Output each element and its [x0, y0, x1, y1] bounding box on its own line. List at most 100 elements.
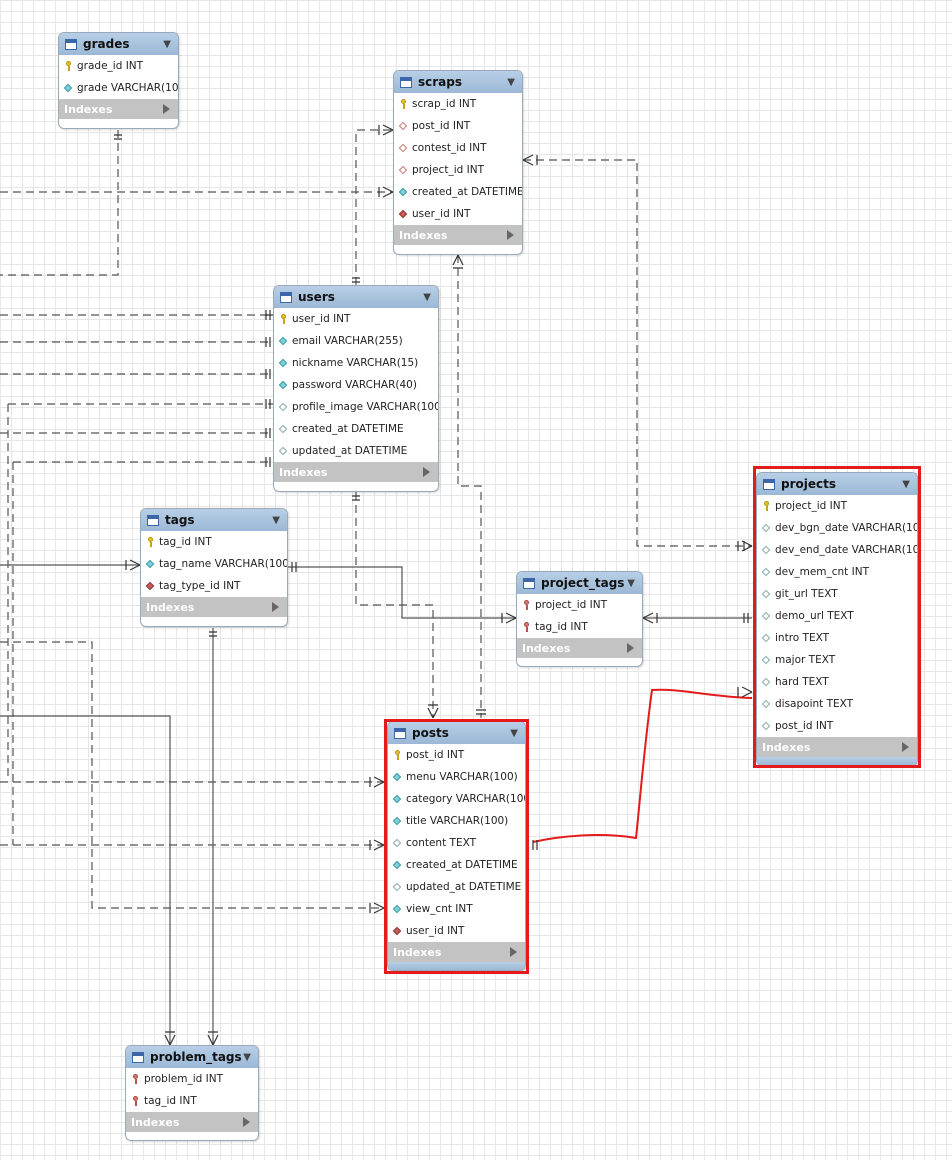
indexes-section[interactable]: Indexes: [517, 638, 642, 658]
column-row[interactable]: post_id INT: [394, 115, 522, 137]
table-icon: [132, 1051, 144, 1063]
table-icon: [400, 76, 412, 88]
table-name: grades: [83, 37, 130, 51]
column-label: grade_id INT: [77, 60, 144, 72]
column-row[interactable]: tag_id INT: [517, 616, 642, 638]
table-name: scraps: [418, 75, 463, 89]
column-diamond-icon: [64, 83, 73, 93]
column-row[interactable]: grade VARCHAR(10): [59, 77, 178, 99]
column-diamond-icon: [399, 187, 408, 197]
column-row[interactable]: project_id INT: [517, 594, 642, 616]
column-label: tag_id INT: [535, 621, 588, 633]
column-label: profile_image VARCHAR(100): [292, 401, 439, 413]
column-label: project_id INT: [535, 599, 607, 611]
indexes-section[interactable]: Indexes: [394, 225, 522, 245]
foreign-key-diamond-icon: [146, 581, 155, 591]
column-row[interactable]: updated_at DATETIME: [274, 440, 438, 462]
column-label: created_at DATETIME: [412, 186, 523, 198]
column-label: contest_id INT: [412, 142, 487, 154]
table-icon: [523, 577, 535, 589]
column-row[interactable]: created_at DATETIME: [274, 418, 438, 440]
column-row[interactable]: nickname VARCHAR(15): [274, 352, 438, 374]
foreign-key-diamond-icon: [399, 143, 408, 153]
foreign-primary-key-icon: [522, 622, 531, 632]
collapse-arrow-icon[interactable]: ▼: [423, 292, 431, 303]
indexes-label: Indexes: [146, 600, 195, 614]
table-icon: [280, 291, 292, 303]
column-row[interactable]: email VARCHAR(255): [274, 330, 438, 352]
table-header[interactable]: project_tags ▼: [517, 572, 642, 594]
collapse-arrow-icon[interactable]: ▼: [272, 515, 280, 526]
column-row[interactable]: tag_id INT: [141, 531, 287, 553]
table-header[interactable]: problem_tags ▼: [126, 1046, 258, 1068]
expand-arrow-icon[interactable]: [627, 643, 634, 653]
expand-arrow-icon[interactable]: [163, 104, 170, 114]
column-row[interactable]: tag_name VARCHAR(100): [141, 553, 287, 575]
column-row[interactable]: tag_type_id INT: [141, 575, 287, 597]
table-users[interactable]: users ▼ user_id INT email VARCHAR(255) ni…: [273, 285, 439, 492]
table-name: problem_tags: [150, 1050, 242, 1064]
indexes-section[interactable]: Indexes: [274, 462, 438, 482]
table-name: tags: [165, 513, 195, 527]
highlight-box-posts: [384, 719, 529, 974]
table-problem-tags[interactable]: problem_tags ▼ problem_id INT tag_id INT …: [125, 1045, 259, 1141]
column-row[interactable]: project_id INT: [394, 159, 522, 181]
column-row[interactable]: tag_id INT: [126, 1090, 258, 1112]
column-row[interactable]: grade_id INT: [59, 55, 178, 77]
foreign-key-diamond-icon: [399, 165, 408, 175]
indexes-section[interactable]: Indexes: [59, 99, 178, 119]
indexes-label: Indexes: [522, 641, 571, 655]
column-label: post_id INT: [412, 120, 471, 132]
collapse-arrow-icon[interactable]: ▼: [507, 77, 515, 88]
table-scraps[interactable]: scraps ▼ scrap_id INT post_id INT contest…: [393, 70, 523, 255]
highlight-box-projects: [753, 466, 921, 768]
indexes-label: Indexes: [64, 102, 113, 116]
table-icon: [147, 514, 159, 526]
column-label: nickname VARCHAR(15): [292, 357, 419, 369]
primary-key-icon: [279, 314, 288, 324]
table-header[interactable]: users ▼: [274, 286, 438, 308]
column-row[interactable]: user_id INT: [394, 203, 522, 225]
table-header[interactable]: scraps ▼: [394, 71, 522, 93]
column-row[interactable]: user_id INT: [274, 308, 438, 330]
foreign-key-diamond-icon: [399, 121, 408, 131]
column-diamond-icon: [279, 358, 288, 368]
column-label: problem_id INT: [144, 1073, 223, 1085]
column-row[interactable]: contest_id INT: [394, 137, 522, 159]
column-row[interactable]: profile_image VARCHAR(100): [274, 396, 438, 418]
column-row[interactable]: problem_id INT: [126, 1068, 258, 1090]
column-row[interactable]: scrap_id INT: [394, 93, 522, 115]
column-label: updated_at DATETIME: [292, 445, 408, 457]
column-row[interactable]: created_at DATETIME: [394, 181, 522, 203]
expand-arrow-icon[interactable]: [423, 467, 430, 477]
table-grades[interactable]: grades ▼ grade_id INT grade VARCHAR(10) I…: [58, 32, 179, 129]
indexes-section[interactable]: Indexes: [126, 1112, 258, 1132]
primary-key-icon: [64, 61, 73, 71]
table-header[interactable]: grades ▼: [59, 33, 178, 55]
indexes-section[interactable]: Indexes: [141, 597, 287, 617]
expand-arrow-icon[interactable]: [507, 230, 514, 240]
column-label: scrap_id INT: [412, 98, 477, 110]
expand-arrow-icon[interactable]: [272, 602, 279, 612]
column-label: tag_name VARCHAR(100): [159, 558, 288, 570]
column-diamond-icon: [279, 424, 288, 434]
collapse-arrow-icon[interactable]: ▼: [627, 578, 635, 589]
column-diamond-icon: [279, 446, 288, 456]
column-label: password VARCHAR(40): [292, 379, 417, 391]
column-label: created_at DATETIME: [292, 423, 404, 435]
expand-arrow-icon[interactable]: [243, 1117, 250, 1127]
indexes-label: Indexes: [399, 228, 448, 242]
column-row[interactable]: password VARCHAR(40): [274, 374, 438, 396]
table-tags[interactable]: tags ▼ tag_id INT tag_name VARCHAR(100) t…: [140, 508, 288, 627]
foreign-primary-key-icon: [522, 600, 531, 610]
table-project-tags[interactable]: project_tags ▼ project_id INT tag_id INT …: [516, 571, 643, 667]
column-label: email VARCHAR(255): [292, 335, 403, 347]
column-label: user_id INT: [292, 313, 351, 325]
table-name: project_tags: [541, 576, 625, 590]
indexes-label: Indexes: [279, 465, 328, 479]
table-header[interactable]: tags ▼: [141, 509, 287, 531]
column-diamond-icon: [279, 336, 288, 346]
column-diamond-icon: [146, 559, 155, 569]
collapse-arrow-icon[interactable]: ▼: [163, 39, 171, 50]
collapse-arrow-icon[interactable]: ▼: [243, 1052, 251, 1063]
